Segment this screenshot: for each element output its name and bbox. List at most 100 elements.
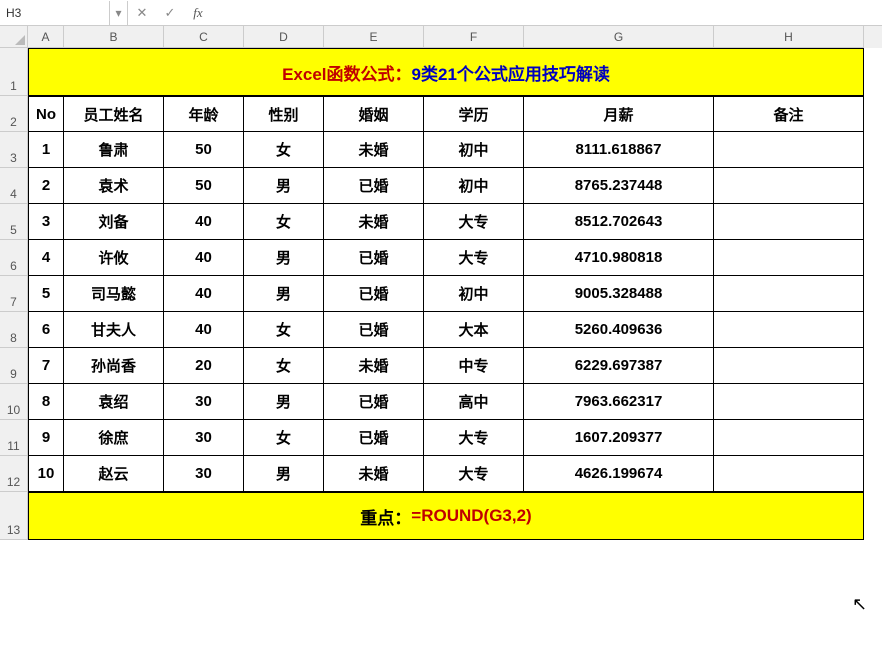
cell-salary[interactable]: 6229.697387: [524, 348, 714, 384]
select-all-corner[interactable]: [0, 26, 28, 48]
cell-gender[interactable]: 女: [244, 204, 324, 240]
header-name[interactable]: 员工姓名: [64, 96, 164, 132]
fx-icon[interactable]: fx: [184, 1, 212, 25]
cell-no[interactable]: 9: [28, 420, 64, 456]
cell-gender[interactable]: 男: [244, 456, 324, 492]
cell-salary[interactable]: 8512.702643: [524, 204, 714, 240]
cell-remark[interactable]: [714, 456, 864, 492]
cell-gender[interactable]: 女: [244, 420, 324, 456]
col-header-E[interactable]: E: [324, 26, 424, 48]
cell-age[interactable]: 40: [164, 204, 244, 240]
cell-marital[interactable]: 已婚: [324, 312, 424, 348]
cell-education[interactable]: 初中: [424, 132, 524, 168]
cell-education[interactable]: 大本: [424, 312, 524, 348]
cell-marital[interactable]: 未婚: [324, 132, 424, 168]
row-header-1[interactable]: 1: [0, 48, 28, 96]
cell-no[interactable]: 4: [28, 240, 64, 276]
row-header-7[interactable]: 7: [0, 276, 28, 312]
cell-salary[interactable]: 7963.662317: [524, 384, 714, 420]
row-header-2[interactable]: 2: [0, 96, 28, 132]
cell-age[interactable]: 30: [164, 420, 244, 456]
cell-remark[interactable]: [714, 240, 864, 276]
cell-no[interactable]: 5: [28, 276, 64, 312]
accept-formula-icon[interactable]: ✓: [156, 1, 184, 25]
cell-marital[interactable]: 已婚: [324, 168, 424, 204]
cell-no[interactable]: 2: [28, 168, 64, 204]
cell-gender[interactable]: 男: [244, 240, 324, 276]
cell-gender[interactable]: 女: [244, 348, 324, 384]
row-header-13[interactable]: 13: [0, 492, 28, 540]
name-box-dropdown-icon[interactable]: ▾: [110, 1, 128, 25]
cell-age[interactable]: 30: [164, 384, 244, 420]
col-header-F[interactable]: F: [424, 26, 524, 48]
row-header-8[interactable]: 8: [0, 312, 28, 348]
row-header-6[interactable]: 6: [0, 240, 28, 276]
cell-name[interactable]: 袁绍: [64, 384, 164, 420]
cell-education[interactable]: 高中: [424, 384, 524, 420]
cancel-formula-icon[interactable]: ✕: [128, 1, 156, 25]
cell-marital[interactable]: 已婚: [324, 276, 424, 312]
cell-age[interactable]: 50: [164, 132, 244, 168]
cell-name[interactable]: 鲁肃: [64, 132, 164, 168]
cell-name[interactable]: 徐庶: [64, 420, 164, 456]
cell-no[interactable]: 3: [28, 204, 64, 240]
header-gender[interactable]: 性别: [244, 96, 324, 132]
cell-no[interactable]: 7: [28, 348, 64, 384]
row-header-3[interactable]: 3: [0, 132, 28, 168]
cell-marital[interactable]: 未婚: [324, 348, 424, 384]
row-header-9[interactable]: 9: [0, 348, 28, 384]
cell-gender[interactable]: 男: [244, 384, 324, 420]
cell-no[interactable]: 6: [28, 312, 64, 348]
cell-age[interactable]: 30: [164, 456, 244, 492]
cell-marital[interactable]: 已婚: [324, 240, 424, 276]
cell-marital[interactable]: 未婚: [324, 456, 424, 492]
cell-marital[interactable]: 未婚: [324, 204, 424, 240]
col-header-A[interactable]: A: [28, 26, 64, 48]
header-remark[interactable]: 备注: [714, 96, 864, 132]
cell-education[interactable]: 初中: [424, 276, 524, 312]
cell-age[interactable]: 50: [164, 168, 244, 204]
cell-gender[interactable]: 女: [244, 312, 324, 348]
cell-name[interactable]: 赵云: [64, 456, 164, 492]
row-header-5[interactable]: 5: [0, 204, 28, 240]
cell-gender[interactable]: 男: [244, 276, 324, 312]
row-header-4[interactable]: 4: [0, 168, 28, 204]
cell-salary[interactable]: 8765.237448: [524, 168, 714, 204]
cell-salary[interactable]: 8111.618867: [524, 132, 714, 168]
cell-salary[interactable]: 9005.328488: [524, 276, 714, 312]
cell-remark[interactable]: [714, 276, 864, 312]
cell-remark[interactable]: [714, 132, 864, 168]
header-marital[interactable]: 婚姻: [324, 96, 424, 132]
cell-marital[interactable]: 已婚: [324, 420, 424, 456]
cell-salary[interactable]: 4710.980818: [524, 240, 714, 276]
cell-age[interactable]: 40: [164, 276, 244, 312]
header-age[interactable]: 年龄: [164, 96, 244, 132]
col-header-D[interactable]: D: [244, 26, 324, 48]
col-header-C[interactable]: C: [164, 26, 244, 48]
name-box[interactable]: H3: [0, 1, 110, 25]
cell-gender[interactable]: 男: [244, 168, 324, 204]
cell-remark[interactable]: [714, 420, 864, 456]
col-header-G[interactable]: G: [524, 26, 714, 48]
cell-no[interactable]: 1: [28, 132, 64, 168]
cell-salary[interactable]: 1607.209377: [524, 420, 714, 456]
header-no[interactable]: No: [28, 96, 64, 132]
cell-education[interactable]: 中专: [424, 348, 524, 384]
cell-education[interactable]: 初中: [424, 168, 524, 204]
cell-name[interactable]: 孙尚香: [64, 348, 164, 384]
cell-name[interactable]: 司马懿: [64, 276, 164, 312]
cell-name[interactable]: 袁术: [64, 168, 164, 204]
cell-education[interactable]: 大专: [424, 204, 524, 240]
cell-education[interactable]: 大专: [424, 420, 524, 456]
cell-name[interactable]: 刘备: [64, 204, 164, 240]
col-header-H[interactable]: H: [714, 26, 864, 48]
header-salary[interactable]: 月薪: [524, 96, 714, 132]
cell-no[interactable]: 10: [28, 456, 64, 492]
cell-education[interactable]: 大专: [424, 240, 524, 276]
cell-salary[interactable]: 5260.409636: [524, 312, 714, 348]
cell-gender[interactable]: 女: [244, 132, 324, 168]
cell-remark[interactable]: [714, 204, 864, 240]
footer-cell[interactable]: 重点： =ROUND(G3,2): [28, 492, 864, 540]
cell-age[interactable]: 40: [164, 240, 244, 276]
cell-name[interactable]: 许攸: [64, 240, 164, 276]
